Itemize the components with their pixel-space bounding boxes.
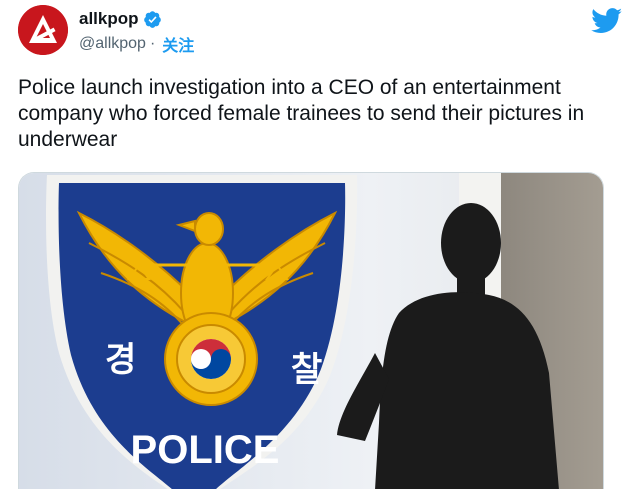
tweet-text: Police launch investigation into a CEO o… [18, 76, 585, 151]
tweet-media-image[interactable]: 경 찰 POLICE [18, 172, 604, 489]
allkpop-logo-icon [18, 5, 68, 55]
separator-dot: · [149, 35, 156, 52]
badge-police-label: POLICE [131, 428, 280, 472]
author-handle[interactable]: @allkpop [79, 35, 146, 53]
badge-right-char: 찰 [291, 350, 322, 390]
police-badge-photo: 경 찰 POLICE [19, 173, 603, 489]
author-display-name[interactable]: allkpop [79, 9, 139, 29]
verified-badge-icon [143, 10, 161, 28]
author-names: allkpop @allkpop · 关注 [79, 8, 194, 56]
avatar[interactable] [18, 5, 68, 55]
tweet-header: allkpop @allkpop · 关注 [0, 0, 640, 64]
badge-left-char: 경 [105, 340, 136, 380]
twitter-bird-icon[interactable] [591, 8, 623, 34]
follow-button[interactable]: 关注 [162, 32, 194, 56]
